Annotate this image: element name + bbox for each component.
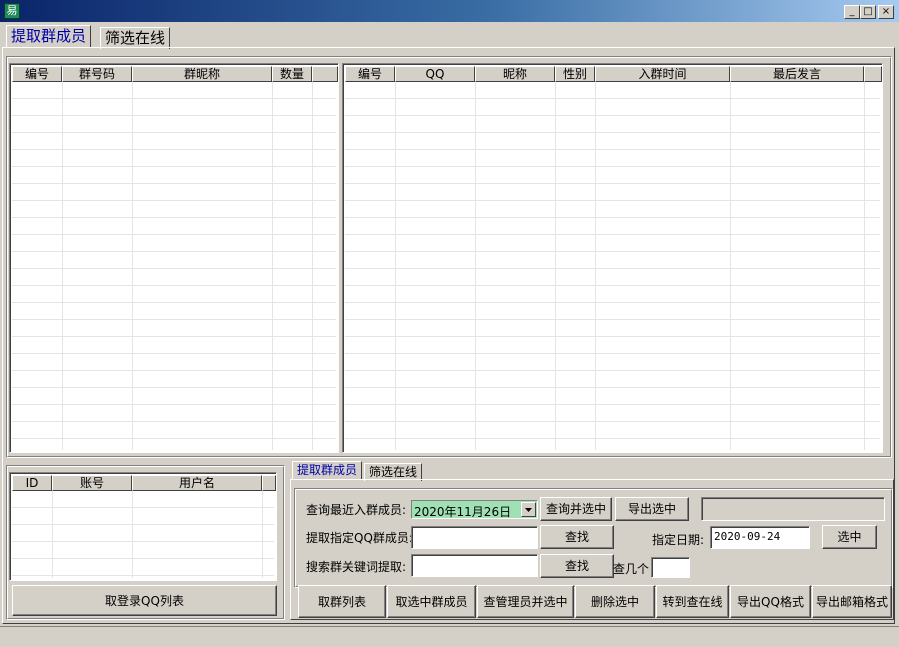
col-number[interactable]: 编号 <box>12 66 62 82</box>
keyword-input[interactable] <box>411 554 538 577</box>
extract-group-label: 提取指定QQ群成员: <box>306 531 413 545</box>
select-button[interactable]: 选中 <box>822 525 877 549</box>
chevron-down-icon[interactable] <box>521 502 536 517</box>
maximize-button[interactable]: □ <box>860 5 876 19</box>
tab-extract-members[interactable]: 提取群成员 <box>6 25 92 48</box>
app-icon: 易 <box>4 3 20 19</box>
go-online-check-button[interactable]: 转到查在线 <box>656 585 729 618</box>
col-join-time[interactable]: 入群时间 <box>595 66 730 82</box>
col-blank <box>262 475 276 491</box>
get-selected-members-button[interactable]: 取选中群成员 <box>387 585 476 618</box>
get-group-list-button[interactable]: 取群列表 <box>298 585 386 618</box>
group-list-body <box>12 82 336 450</box>
col-id[interactable]: ID <box>12 475 52 491</box>
count-input[interactable] <box>651 557 690 578</box>
find-button-1[interactable]: 查找 <box>540 525 614 549</box>
member-list[interactable]: 编号 QQ 昵称 性别 入群时间 最后发言 <box>342 63 883 453</box>
col-blank <box>864 66 882 82</box>
group-list-header: 编号 群号码 群昵称 数量 <box>12 66 338 82</box>
delete-selected-button[interactable]: 删除选中 <box>575 585 655 618</box>
find-button-2[interactable]: 查找 <box>540 554 614 578</box>
account-list[interactable]: ID 账号 用户名 <box>9 472 277 581</box>
col-count[interactable]: 数量 <box>272 66 312 82</box>
col-qq[interactable]: QQ <box>395 66 475 82</box>
col-group-id[interactable]: 群号码 <box>62 66 132 82</box>
keyword-search-label: 搜索群关键词提取: <box>306 560 407 574</box>
export-selected-button[interactable]: 导出选中 <box>615 497 689 521</box>
close-button[interactable]: × <box>878 5 894 19</box>
query-and-select-button[interactable]: 查询并选中 <box>540 497 612 521</box>
export-email-format-button[interactable]: 导出邮箱格式 <box>812 585 892 618</box>
col-number[interactable]: 编号 <box>345 66 395 82</box>
col-last-speak[interactable]: 最后发言 <box>730 66 864 82</box>
date-label: 指定日期: <box>652 533 705 547</box>
account-list-header: ID 账号 用户名 <box>12 475 276 491</box>
group-list[interactable]: 编号 群号码 群昵称 数量 <box>9 63 339 453</box>
find-admins-button[interactable]: 查管理员并选中 <box>477 585 574 618</box>
col-nickname[interactable]: 昵称 <box>475 66 555 82</box>
title-bar: 易 _ □ × <box>0 0 899 22</box>
subtab-extract-members[interactable]: 提取群成员 <box>292 461 363 480</box>
date-picker[interactable]: 2020年11月26日 <box>411 500 538 519</box>
status-bar <box>0 626 899 647</box>
get-login-qq-list-button[interactable]: 取登录QQ列表 <box>12 585 277 616</box>
date-picker-value: 2020年11月26日 <box>414 505 512 519</box>
tab-filter-online[interactable]: 筛选在线 <box>100 27 171 49</box>
col-account[interactable]: 账号 <box>52 475 132 491</box>
status-display <box>701 497 885 521</box>
date-input[interactable]: 2020-09-24 <box>710 526 810 549</box>
col-username[interactable]: 用户名 <box>132 475 262 491</box>
count-label: 查几个 <box>613 562 650 576</box>
member-list-header: 编号 QQ 昵称 性别 入群时间 最后发言 <box>345 66 882 82</box>
export-qq-format-button[interactable]: 导出QQ格式 <box>730 585 811 618</box>
account-list-body <box>12 491 274 578</box>
col-gender[interactable]: 性别 <box>555 66 595 82</box>
group-qq-input[interactable] <box>411 526 538 549</box>
col-blank <box>312 66 338 82</box>
member-list-body <box>345 82 880 450</box>
recent-members-label: 查询最近入群成员: <box>306 503 407 517</box>
col-group-nick[interactable]: 群昵称 <box>132 66 272 82</box>
minimize-button[interactable]: _ <box>844 5 860 19</box>
